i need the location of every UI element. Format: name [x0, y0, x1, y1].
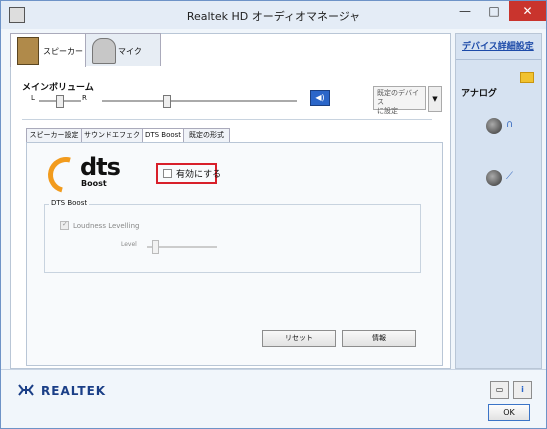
folder-icon[interactable]: [520, 72, 534, 83]
volume-divider: [22, 119, 432, 120]
microphone-icon: ⟋: [506, 171, 513, 182]
tab-speaker-settings[interactable]: スピーカー設定: [26, 128, 82, 142]
title-bar: Realtek HD オーディオマネージャ — □ ✕: [1, 1, 546, 29]
analog-label: アナログ: [461, 89, 497, 99]
info-button[interactable]: 情報: [342, 330, 416, 347]
speaker-icon: [17, 37, 39, 65]
close-button[interactable]: ✕: [509, 1, 546, 21]
speaker-volume-icon: ◀): [315, 93, 325, 102]
set-default-dropdown-arrow[interactable]: ▼: [428, 86, 442, 112]
headphone-jack[interactable]: [486, 118, 502, 134]
volume-slider-track[interactable]: [102, 100, 297, 102]
balance-right-label: R: [82, 94, 87, 102]
balance-left-label: L: [31, 94, 35, 102]
display-icon: ▭: [495, 385, 504, 394]
right-panel-divider: [456, 59, 541, 60]
display-settings-button[interactable]: ▭: [490, 381, 509, 399]
microphone-jack[interactable]: [486, 170, 502, 186]
level-label: Level: [121, 241, 137, 248]
level-slider-thumb[interactable]: [152, 240, 159, 254]
realtek-crab-icon: [18, 384, 34, 396]
maximize-button[interactable]: □: [480, 1, 508, 21]
dts-boost-logo: dts Boost: [41, 150, 130, 200]
loudness-levelling-checkbox[interactable]: ✓: [60, 220, 69, 230]
headphones-icon: ∩: [506, 119, 514, 130]
main-volume-label: メインボリューム: [22, 83, 94, 93]
loudness-levelling-label: Loudness Levelling: [73, 222, 140, 230]
realtek-audio-manager-window: Realtek HD オーディオマネージャ — □ ✕ スピーカー マイク メイ…: [0, 0, 547, 429]
set-default-line2: に設定: [377, 107, 398, 115]
device-advanced-settings-link[interactable]: デバイス詳細設定: [462, 39, 534, 52]
tab-microphone-label: マイク: [118, 47, 142, 56]
tab-speaker[interactable]: スピーカー: [10, 33, 86, 67]
enable-dts-checkbox[interactable]: [163, 169, 172, 178]
dts-boost-group: [44, 204, 421, 273]
info-icon-button[interactable]: i: [513, 381, 532, 399]
footer-divider: [1, 369, 546, 370]
check-icon: ✓: [62, 220, 68, 228]
dts-boost-group-title: DTS Boost: [49, 199, 90, 207]
tab-dts-boost[interactable]: DTS Boost: [142, 128, 184, 143]
set-default-line1: 既定のデバイス: [377, 89, 419, 106]
balance-slider-thumb[interactable]: [56, 95, 64, 108]
right-panel: デバイス詳細設定 アナログ ∩ ⟋: [455, 33, 542, 369]
minimize-button[interactable]: —: [451, 1, 479, 21]
volume-slider-thumb[interactable]: [163, 95, 172, 108]
ok-button[interactable]: OK: [488, 404, 530, 421]
tab-default-format[interactable]: 既定の形式: [183, 128, 230, 142]
dts-logo-subtext: Boost: [81, 179, 107, 188]
dts-logo-text: dts: [80, 153, 121, 181]
device-tabs: スピーカー マイク: [10, 31, 161, 67]
realtek-logo-text: REALTEK: [41, 384, 107, 398]
mute-button[interactable]: ◀): [310, 90, 330, 106]
microphone-device-icon: [92, 38, 116, 64]
reset-button[interactable]: リセット: [262, 330, 336, 347]
info-icon: i: [521, 385, 524, 394]
tab-sound-effects[interactable]: サウンドエフェクト: [81, 128, 143, 152]
tab-microphone[interactable]: マイク: [85, 33, 161, 66]
tab-speaker-label: スピーカー: [43, 47, 83, 56]
enable-dts-label[interactable]: 有効にする: [176, 167, 221, 180]
set-default-device-button[interactable]: 既定のデバイス に設定: [373, 86, 426, 115]
